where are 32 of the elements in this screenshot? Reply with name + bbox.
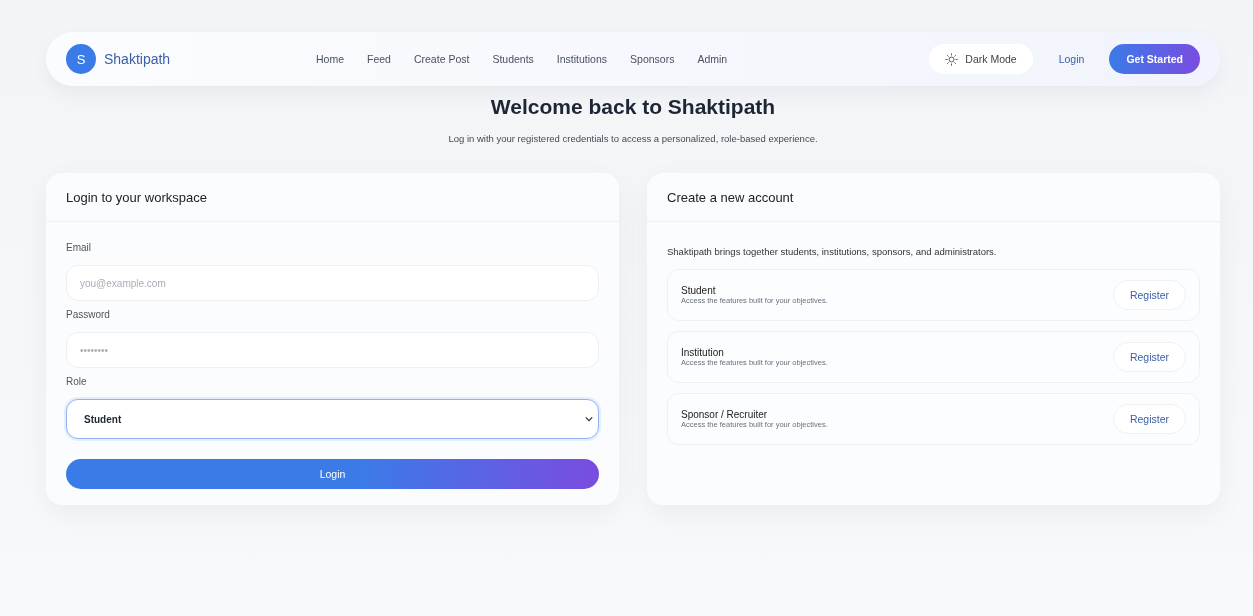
role-name: Student	[681, 285, 717, 296]
chevron-down-icon	[585, 416, 593, 422]
register-button[interactable]: Register	[1112, 280, 1186, 310]
role-name: Institution	[681, 347, 725, 358]
register-button[interactable]: Register	[1112, 342, 1186, 372]
page-subtitle: Log in with your registered credentials to access a personalized, role-based experience.	[447, 133, 819, 144]
field-label: Role	[66, 376, 88, 387]
login-link[interactable]: Login	[1058, 53, 1085, 65]
input-field[interactable]: ••••••••	[66, 332, 599, 368]
card-title: Create a new account	[667, 189, 794, 205]
login-button[interactable]: Login	[66, 459, 599, 489]
nav-link[interactable]: Create Post	[413, 53, 470, 65]
nav-link[interactable]: Feed	[367, 53, 391, 65]
role-name: Sponsor / Recruiter	[681, 409, 769, 420]
register-button[interactable]: Register	[1112, 404, 1186, 434]
page-title: Welcome back to Shaktipath	[489, 95, 777, 119]
role-select[interactable]: Student	[66, 399, 599, 439]
sun-icon	[945, 52, 959, 66]
nav-link[interactable]: Institutions	[556, 53, 608, 65]
nav-link[interactable]: Sponsors	[630, 53, 675, 65]
field-label: Email	[66, 242, 92, 253]
input-field[interactable]: you@example.com	[66, 265, 599, 301]
brand-name[interactable]: Shaktipath	[104, 51, 171, 67]
card-title: Login to your workspace	[66, 189, 207, 205]
dark-mode-toggle[interactable]: Dark Mode	[929, 44, 1033, 74]
nav-link[interactable]: Home	[316, 53, 344, 65]
intro-text: Shaktipath brings together students, institutions, sponsors, and administrators.	[667, 246, 998, 257]
nav-link[interactable]: Students	[492, 53, 534, 65]
logo-badge[interactable]: S	[66, 44, 96, 74]
nav-link[interactable]: Admin	[697, 53, 728, 65]
field-label: Password	[66, 309, 111, 320]
get-started-button[interactable]: Get Started	[1109, 44, 1200, 74]
